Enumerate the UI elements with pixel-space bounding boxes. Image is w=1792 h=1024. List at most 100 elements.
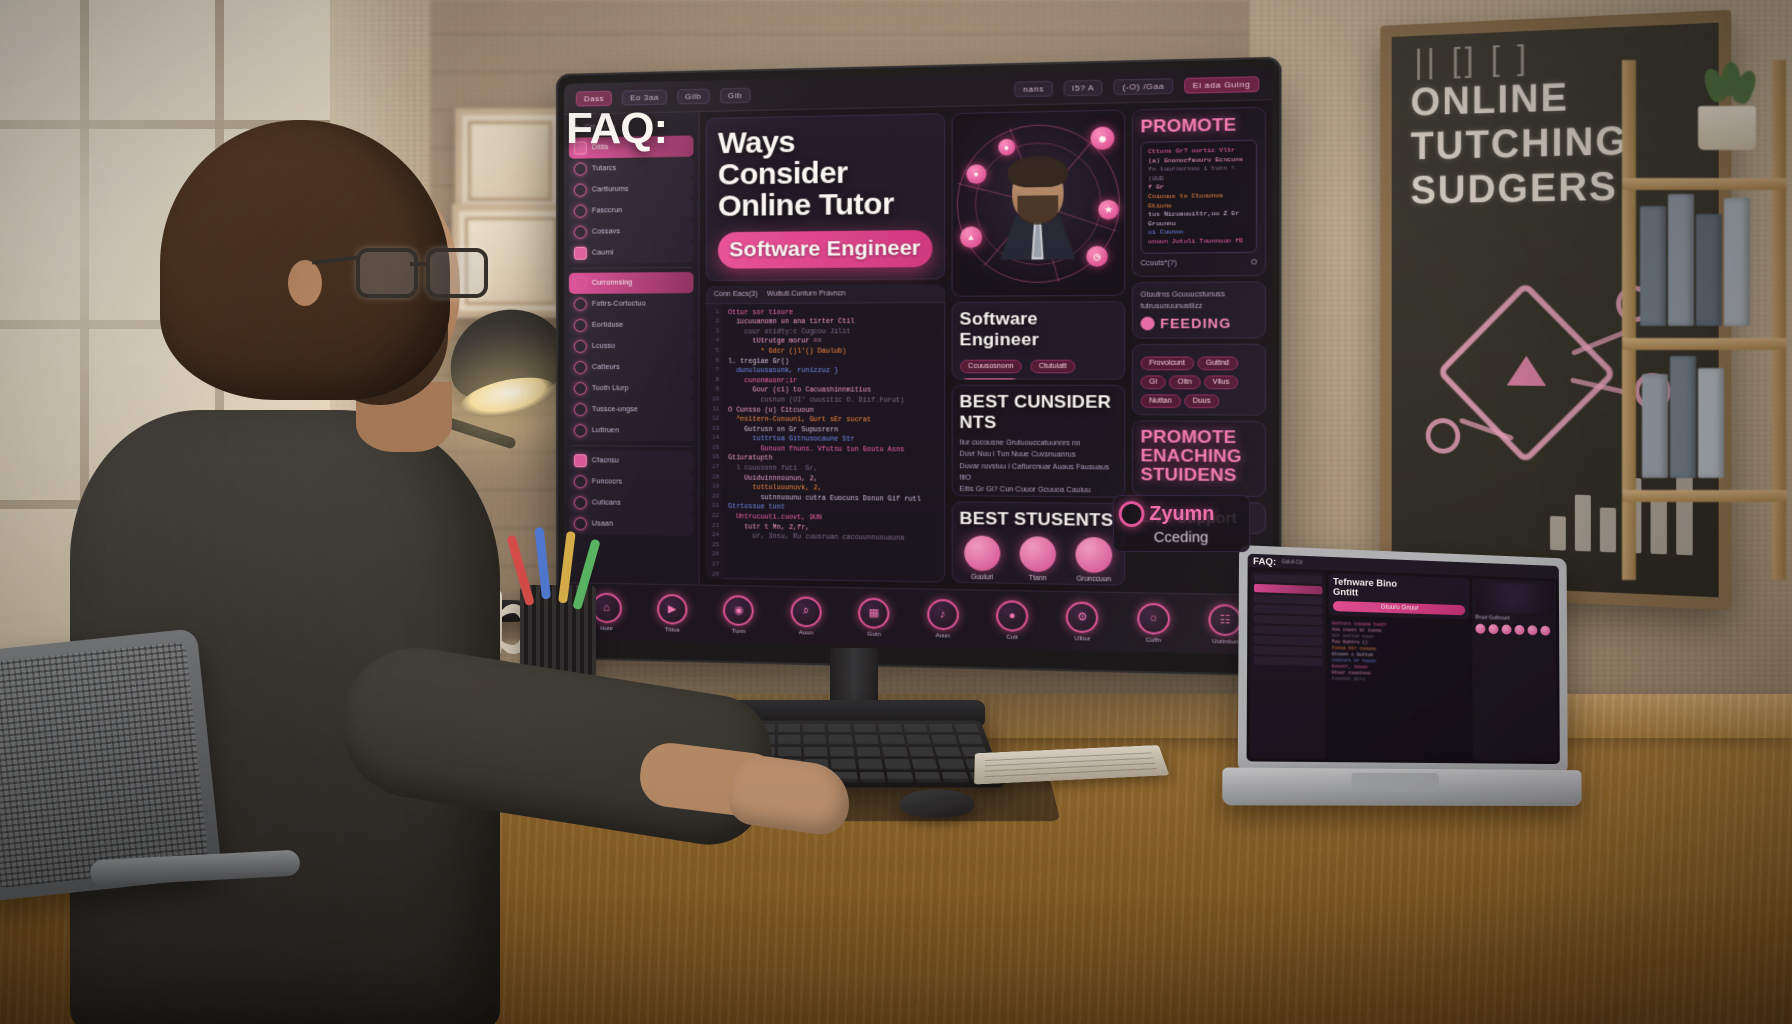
- orbit-icon-code[interactable]: ●: [965, 164, 987, 185]
- orbit-icon-star[interactable]: ★: [1098, 199, 1119, 220]
- orbit-icon-graduation[interactable]: ▲: [959, 226, 982, 249]
- gear-icon[interactable]: ⚙: [1066, 600, 1099, 633]
- keyboard-key[interactable]: [884, 759, 911, 770]
- tag-pill[interactable]: Guttnd: [1197, 356, 1238, 371]
- keyboard-key[interactable]: [831, 759, 857, 770]
- keyboard-key[interactable]: [880, 735, 906, 746]
- topbar-chip-1[interactable]: Eo 3aa: [622, 89, 667, 106]
- keyboard-key[interactable]: [938, 759, 966, 770]
- keyboard-key[interactable]: [777, 723, 801, 734]
- code-line: dunuluusasunk, runizzuz }: [728, 367, 839, 375]
- keyboard-key[interactable]: [802, 723, 826, 734]
- tag-pill[interactable]: Nuttan: [1140, 394, 1181, 409]
- keyboard-key[interactable]: [828, 735, 853, 746]
- hero-headline: Ways Consider Online Tutor: [718, 124, 932, 223]
- portrait-pill-1[interactable]: Ctutuiatt: [1030, 359, 1076, 374]
- laptop-sidebar-row[interactable]: [1253, 645, 1323, 656]
- topbar-chip-7[interactable]: Ei ada Guing: [1183, 75, 1260, 94]
- keyboard-key[interactable]: [857, 759, 884, 770]
- laptop-sidebar-row[interactable]: [1253, 656, 1323, 667]
- editor-tab-0[interactable]: Conn Eacs(3): [714, 290, 758, 297]
- dock-item[interactable]: ⚙ Ufttur: [1066, 600, 1099, 642]
- hero-headline-line-1: Ways Consider: [717, 125, 848, 192]
- dock-item[interactable]: ⌕ Auun: [790, 595, 822, 636]
- dock-item[interactable]: ○ Cuffn: [1137, 602, 1170, 644]
- calendar-icon[interactable]: ▦: [858, 597, 890, 629]
- list-item[interactable]: Guuluri: [961, 535, 1004, 581]
- dock-item[interactable]: ● Cutt: [996, 599, 1029, 641]
- laptop-sidebar-row[interactable]: [1254, 573, 1323, 585]
- keyboard-key[interactable]: [852, 723, 877, 734]
- laptop-sidebar-row[interactable]: [1253, 604, 1323, 615]
- laptop-trackpad[interactable]: [1351, 772, 1439, 792]
- list-item[interactable]: Grunccuun: [1072, 536, 1115, 584]
- dock-item[interactable]: ▦ Gutn: [858, 597, 890, 638]
- topbar-chip-5[interactable]: I5? A: [1063, 79, 1103, 96]
- keyboard-key[interactable]: [905, 735, 932, 746]
- hero-cta-button[interactable]: Software Engineer: [717, 229, 933, 269]
- keyboard-key[interactable]: [911, 759, 938, 770]
- laptop-sidebar-row[interactable]: [1253, 594, 1323, 605]
- keyboard-key[interactable]: [777, 746, 802, 758]
- keyboard-key[interactable]: [934, 746, 962, 758]
- orbit-icon-chat[interactable]: ◉: [1090, 126, 1115, 150]
- laptop-topbar-text: Gdi A Cit: [1281, 558, 1303, 566]
- keyboard-key[interactable]: [827, 723, 852, 734]
- portrait-pill-0[interactable]: Ccuusosnonn: [959, 359, 1023, 374]
- search-icon[interactable]: ⌕: [790, 595, 822, 628]
- keyboard-key[interactable]: [928, 723, 954, 734]
- promote-teaching-title: PROMOTE ENACHING STUIDENS: [1140, 426, 1257, 486]
- mouse[interactable]: [898, 789, 976, 818]
- topbar-chip-4[interactable]: nans: [1014, 80, 1053, 97]
- orbit-icon-book[interactable]: ●: [997, 138, 1015, 156]
- keyboard-key[interactable]: [953, 723, 980, 734]
- zyumn-brand-card: Zyumn Cceding: [1112, 494, 1250, 553]
- keyboard-key[interactable]: [903, 723, 929, 734]
- person-head: [160, 120, 488, 452]
- keyboard-key[interactable]: [803, 746, 828, 758]
- best-students-card: BEST STUSENTS Guuluri Ttann Grunccuun Proo…: [951, 501, 1126, 586]
- tag-pill[interactable]: Vilus: [1203, 375, 1239, 390]
- tag-pill[interactable]: Duus: [1183, 394, 1220, 409]
- chat-icon[interactable]: ◉: [723, 594, 755, 626]
- music-icon[interactable]: ♪: [926, 598, 959, 630]
- student-name: Ttann: [1028, 574, 1047, 583]
- bell-icon[interactable]: ●: [996, 599, 1029, 632]
- editor-code[interactable]: Ottur sor tioure iucuuanomn un ana tirte…: [722, 303, 945, 583]
- laptop-sidebar-row[interactable]: [1253, 625, 1323, 636]
- user-icon[interactable]: ○: [1137, 602, 1170, 635]
- keyboard-key[interactable]: [931, 735, 958, 746]
- keyboard-key[interactable]: [803, 735, 827, 746]
- keyboard-key[interactable]: [854, 735, 880, 746]
- code-line: unuun Jutuli Tuunnuun fD: [1148, 237, 1244, 246]
- laptop-sidebar-row[interactable]: [1253, 635, 1323, 646]
- portrait-cta-button[interactable]: Gtucom Gurt: [959, 378, 1020, 380]
- keyboard-key[interactable]: [829, 746, 855, 758]
- orbit-icon-clock[interactable]: ◷: [1086, 245, 1108, 267]
- keyboard-key[interactable]: [957, 735, 984, 746]
- promote-teaching-line-1: PROMOTE: [1140, 426, 1237, 448]
- laptop-sidebar-row[interactable]: [1253, 614, 1323, 626]
- laptop-sidebar-row[interactable]: [1253, 583, 1323, 595]
- code-line: tus Nicuauuittr,uu Z Gr Gruunnu: [1148, 209, 1240, 228]
- tag-pill[interactable]: Oitn: [1168, 375, 1201, 390]
- topbar-chip-2[interactable]: Gilb: [676, 88, 710, 104]
- play-icon[interactable]: ▶: [657, 593, 688, 625]
- laptop-cta-button[interactable]: Gtuuru Gnuur: [1332, 600, 1466, 616]
- tag-pill[interactable]: Frovolcunt: [1140, 356, 1194, 371]
- topbar-chip-3[interactable]: Gib: [719, 87, 751, 104]
- keyboard-key[interactable]: [878, 723, 903, 734]
- keyboard-key[interactable]: [856, 746, 882, 758]
- keyboard-key[interactable]: [777, 735, 801, 746]
- keyboard-key[interactable]: [908, 746, 935, 758]
- dock-item[interactable]: ▶ Ttttus: [657, 593, 688, 634]
- keyboard-key[interactable]: [882, 746, 908, 758]
- dock-label: Ttttus: [664, 626, 680, 634]
- tag-pill[interactable]: Gl: [1140, 375, 1166, 390]
- dock-item[interactable]: ◉ Tunn: [723, 594, 755, 635]
- topbar-chip-6[interactable]: (-O) /Gaa: [1113, 77, 1173, 95]
- dock-item[interactable]: ♪ Auun: [926, 598, 959, 639]
- list-item[interactable]: Ttann: [1016, 536, 1059, 582]
- editor-tab-1[interactable]: Wuttuti.Cunturn Pravncn: [767, 290, 846, 298]
- line-number: 17: [712, 464, 719, 471]
